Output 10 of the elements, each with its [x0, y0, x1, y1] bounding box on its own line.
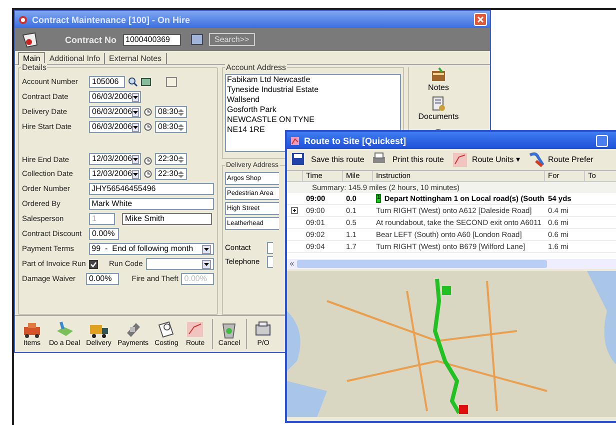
address-line: NE14 1RE: [227, 125, 266, 136]
address-line: NEWCASTLE ON TYNE: [227, 115, 316, 126]
address-line: Gosforth Park: [227, 105, 278, 116]
address-line: Wallsend: [227, 95, 261, 106]
address-line: Fabikam Ltd Newcastle: [227, 75, 312, 86]
contract-no-label: Contract No: [65, 34, 116, 45]
group-title: Details: [21, 63, 48, 74]
address-line: Tyneside Industrial Estate: [227, 85, 320, 96]
group-title: Account Address: [225, 63, 288, 74]
window-title: Contract Maintenance [100] - On Hire: [32, 14, 190, 25]
